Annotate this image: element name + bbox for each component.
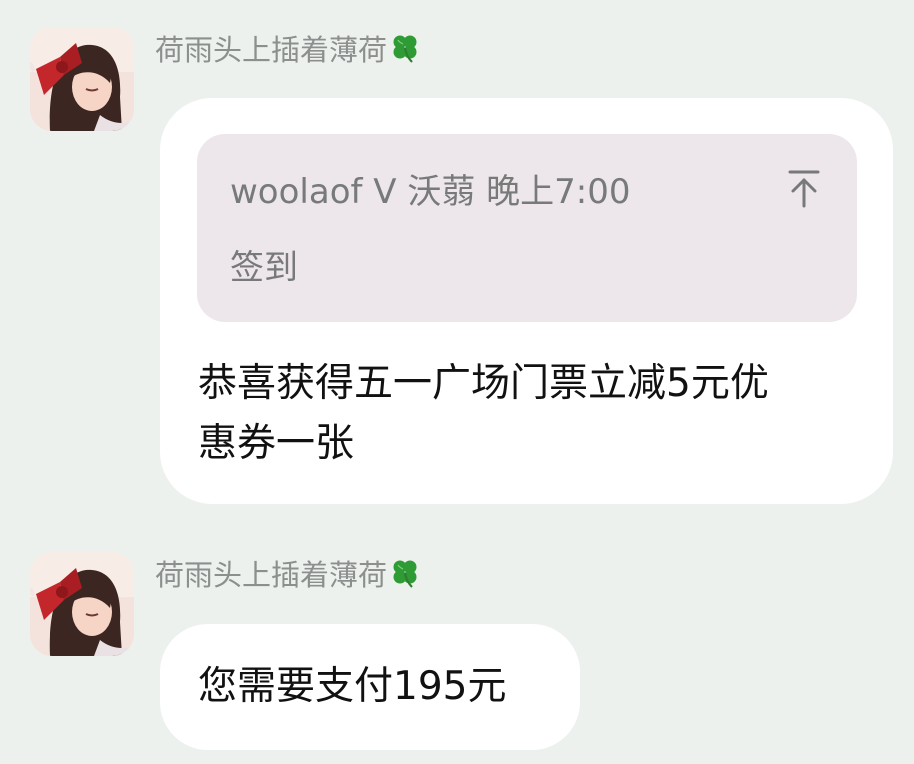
- avatar-image: [30, 27, 134, 131]
- message-bubble[interactable]: woolaof V 沃蒻 晚上7:00 签到 恭喜获得五一广场门票立减5元优 惠…: [160, 98, 893, 504]
- clover-icon: [389, 32, 421, 74]
- clover-icon: [389, 557, 421, 599]
- sender-name: 荷雨头上插着薄荷: [155, 558, 388, 592]
- message-bubble[interactable]: 您需要支付195元: [160, 624, 580, 750]
- avatar-image: [30, 552, 134, 656]
- quote-header: woolaof V 沃蒻 晚上7:00: [230, 172, 631, 212]
- quoted-message[interactable]: woolaof V 沃蒻 晚上7:00 签到: [197, 134, 857, 322]
- quote-body: 签到: [230, 248, 298, 288]
- sender-name-row: 荷雨头上插着薄荷: [155, 30, 421, 74]
- message-text-line-2: 惠券一张: [198, 421, 355, 466]
- sender-name: 荷雨头上插着薄荷: [155, 33, 388, 67]
- chat-message: 荷雨头上插着薄荷 您需要支付195元: [0, 530, 914, 764]
- chat-message: 荷雨头上插着薄荷 woolaof V 沃蒻 晚上7:00 签到 恭喜获得五一广场…: [0, 0, 914, 520]
- message-text-line-1: 恭喜获得五一广场门票立减5元优: [198, 361, 769, 406]
- avatar[interactable]: [30, 27, 134, 131]
- jump-to-top-icon[interactable]: [787, 168, 821, 210]
- avatar[interactable]: [30, 552, 134, 656]
- message-text: 您需要支付195元: [198, 664, 507, 709]
- sender-name-row: 荷雨头上插着薄荷: [155, 555, 421, 599]
